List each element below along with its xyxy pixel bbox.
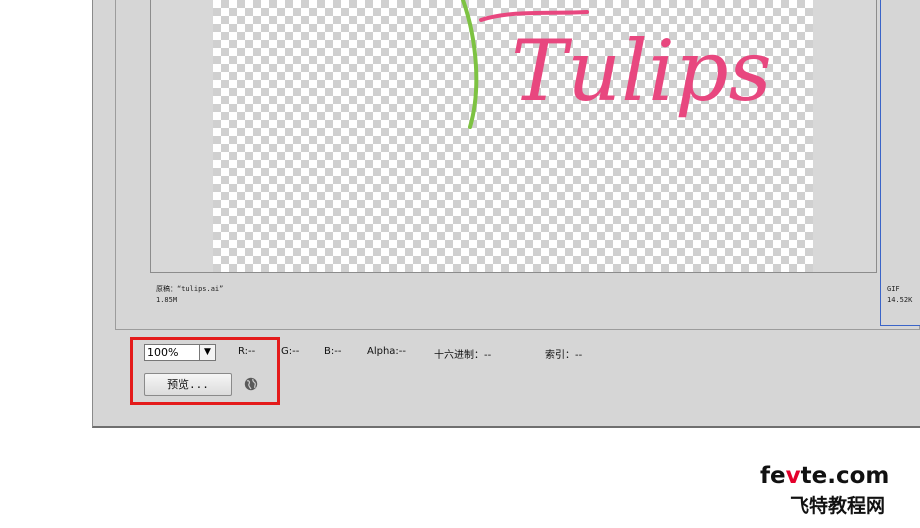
- original-filesize: 1.85M: [156, 296, 178, 304]
- index-readout: 索引：--: [545, 350, 583, 361]
- green-stem: [461, 0, 479, 129]
- original-preview-pane[interactable]: Tulips: [150, 0, 877, 273]
- gif-info: GIF 14.52K: [887, 284, 912, 306]
- title-swash: [479, 10, 589, 22]
- watermark-prefix: fe: [760, 463, 786, 489]
- watermark-accent: v: [785, 463, 801, 489]
- alpha-readout: Alpha:--: [367, 346, 407, 357]
- highlight-box: [130, 337, 280, 405]
- original-info: 原稿：“tulips.ai” 1.85M: [156, 284, 223, 306]
- watermark-site-name: 飞特教程网: [790, 495, 886, 517]
- tulips-artwork: Tulips: [461, 0, 772, 129]
- tulips-word: Tulips: [511, 22, 772, 120]
- gif-preview-pane[interactable]: [880, 0, 920, 326]
- green-readout: G:--: [281, 346, 300, 357]
- hex-readout: 十六进制：--: [434, 350, 492, 361]
- original-filename: 原稿：“tulips.ai”: [156, 285, 224, 293]
- gif-filesize: 14.52K: [887, 296, 913, 304]
- gif-format: GIF: [887, 285, 900, 293]
- watermark-domain: fevte.com: [760, 463, 889, 489]
- watermark-suffix: te.com: [800, 463, 890, 489]
- blue-readout: B:--: [324, 346, 342, 357]
